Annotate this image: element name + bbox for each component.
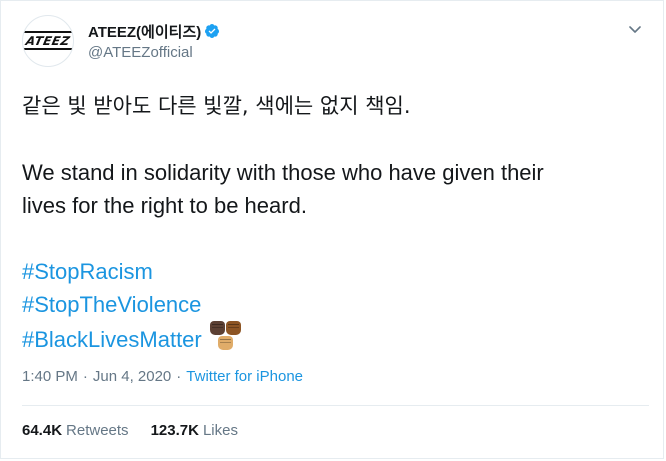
avatar[interactable]: ATEEZ	[22, 15, 74, 67]
retweets-label: Retweets	[66, 422, 129, 439]
divider	[22, 405, 649, 406]
hashtag-stop-the-violence[interactable]: #StopTheViolence	[22, 292, 201, 317]
raised-fist-medium-dark-icon	[225, 321, 241, 335]
likes-label: Likes	[202, 422, 238, 439]
tweet-korean-line: 같은 빛 받아도 다른 빛깔, 색에는 없지 책임.	[22, 94, 411, 118]
tweet-stats: 64.4K Retweets 123.7K Likes	[22, 422, 260, 439]
raised-fist-medium-light-icon	[217, 336, 233, 350]
author-names: ATEEZ(에이티즈) @ATEEZofficial	[88, 21, 220, 61]
tweet-date[interactable]: Jun 4, 2020	[93, 368, 171, 385]
hashtag-line-1: #StopRacism	[22, 255, 643, 288]
handle[interactable]: @ATEEZofficial	[88, 44, 220, 61]
display-name-row: ATEEZ(에이티즈)	[88, 21, 220, 41]
line-break	[22, 222, 643, 255]
raised-fists-emoji	[209, 321, 244, 353]
likes-stat[interactable]: 123.7K Likes	[151, 422, 238, 439]
tweet-english-line-1: We stand in solidarity with those who ha…	[22, 160, 544, 185]
retweets-stat[interactable]: 64.4K Retweets	[22, 422, 129, 439]
meta-separator: ·	[176, 368, 182, 385]
tweet-source-link[interactable]: Twitter for iPhone	[186, 368, 303, 385]
display-name[interactable]: ATEEZ(에이티즈)	[88, 21, 201, 42]
hashtag-line-2: #StopTheViolence	[22, 288, 643, 321]
tweet-meta: 1:40 PM · Jun 4, 2020 · Twitter for iPho…	[22, 368, 303, 385]
tweet-time[interactable]: 1:40 PM	[22, 368, 78, 385]
hashtag-line-3: #BlackLivesMatter	[22, 321, 643, 356]
tweet-english-line-2: lives for the right to be heard.	[22, 193, 307, 218]
meta-separator: ·	[82, 368, 88, 385]
raised-fist-dark-icon	[209, 321, 225, 335]
likes-count: 123.7K	[150, 422, 199, 439]
tweet-text: 같은 빛 받아도 다른 빛깔, 색에는 없지 책임. We stand in s…	[22, 90, 643, 356]
retweets-count: 64.4K	[22, 422, 63, 439]
tweet-card: ATEEZ ATEEZ(에이티즈) @ATEEZofficial 같은 빛 받아…	[0, 0, 664, 459]
hashtag-stop-racism[interactable]: #StopRacism	[22, 259, 153, 284]
line-break	[22, 123, 643, 156]
verified-badge-icon	[205, 24, 220, 38]
avatar-logo: ATEEZ	[24, 34, 72, 48]
tweet-header: ATEEZ ATEEZ(에이티즈) @ATEEZofficial	[22, 13, 649, 73]
hashtag-black-lives-matter[interactable]: #BlackLivesMatter	[22, 327, 202, 352]
chevron-down-icon[interactable]	[627, 21, 643, 37]
